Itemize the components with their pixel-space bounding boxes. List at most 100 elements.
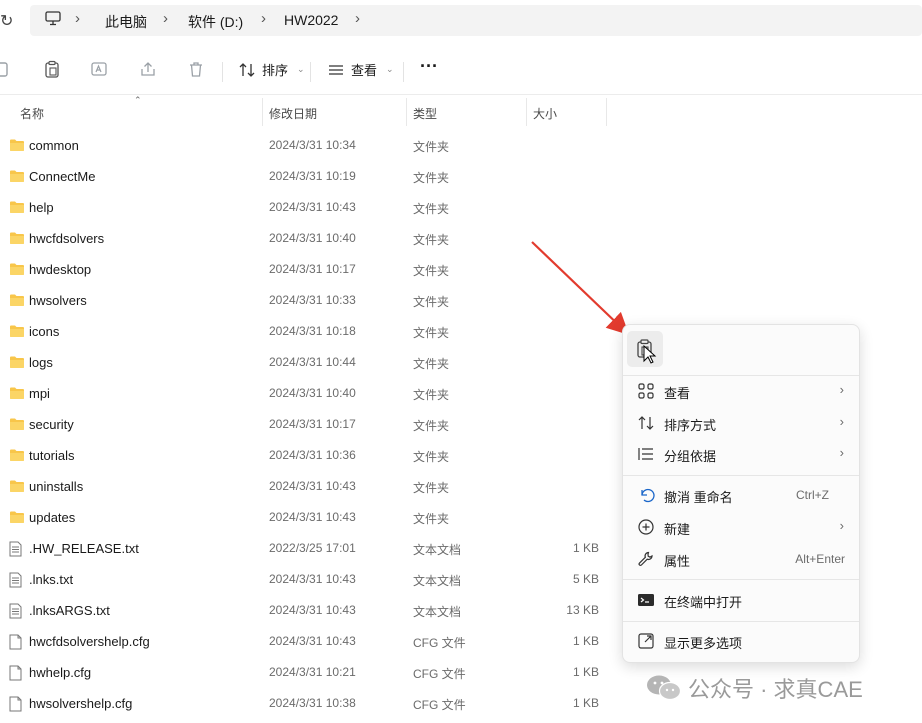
- copy-icon[interactable]: [0, 60, 10, 78]
- file-row[interactable]: hwcfdsolvershelp.cfg 2024/3/31 10:43 CFG 文…: [0, 626, 622, 657]
- file-date: 2024/3/31 10:43: [269, 510, 356, 524]
- folder-icon: [9, 169, 25, 186]
- menu-item-undo-rename[interactable]: 撤消 重命名 Ctrl+Z: [623, 480, 859, 510]
- breadcrumb-item-hw2022[interactable]: HW2022: [284, 12, 338, 28]
- file-name: hwhelp.cfg: [29, 665, 92, 680]
- menu-item-open-in-terminal[interactable]: 在终端中打开: [623, 585, 859, 615]
- menu-item-label: 分组依据: [664, 449, 717, 464]
- file-date: 2024/3/31 10:33: [269, 293, 356, 307]
- wechat-icon: [647, 675, 682, 701]
- folder-icon: [9, 355, 25, 372]
- file-date: 2024/3/31 10:43: [269, 479, 356, 493]
- computer-icon[interactable]: [45, 11, 61, 29]
- menu-item-new[interactable]: 新建 ›: [623, 512, 859, 542]
- file-row[interactable]: tutorials 2024/3/31 10:36 文件夹: [0, 440, 622, 471]
- column-header-type[interactable]: 类型: [413, 105, 437, 122]
- watermark-text: 公众号 · 求真CAE: [688, 677, 863, 702]
- chevron-right-icon[interactable]: ›: [261, 10, 266, 27]
- file-row[interactable]: hwsolvershelp.cfg 2024/3/31 10:38 CFG 文件 1 …: [0, 688, 622, 719]
- file-name: common: [29, 138, 79, 153]
- chevron-right-icon: ›: [839, 414, 844, 429]
- paste-icon[interactable]: [43, 60, 61, 78]
- sort-button[interactable]: 排序 ⌄: [238, 60, 305, 79]
- file-name: mpi: [29, 386, 50, 401]
- menu-item-label: 撤消 重命名: [664, 490, 733, 505]
- file-type: 文件夹: [413, 140, 450, 154]
- menu-item-label: 查看: [664, 386, 691, 401]
- folder-icon: [9, 262, 25, 279]
- file-icon: [9, 665, 22, 684]
- menu-item-sort-by[interactable]: 排序方式 ›: [623, 408, 859, 438]
- file-row[interactable]: security 2024/3/31 10:17 文件夹: [0, 409, 622, 440]
- toolbar-divider: [403, 62, 404, 82]
- file-name: tutorials: [29, 448, 75, 463]
- column-header-date[interactable]: 修改日期: [269, 105, 317, 122]
- file-row[interactable]: .HW_RELEASE.txt 2022/3/25 17:01 文本文档 1 KB: [0, 533, 622, 564]
- file-type: 文件夹: [413, 295, 450, 309]
- menu-item-label: 排序方式: [664, 418, 717, 433]
- file-row[interactable]: uninstalls 2024/3/31 10:43 文件夹: [0, 471, 622, 502]
- menu-item-properties[interactable]: 属性 Alt+Enter: [623, 544, 859, 574]
- address-bar: ↻ › 此电脑 › 软件 (D:) › HW2022 ›: [0, 0, 922, 40]
- refresh-icon[interactable]: ↻: [0, 11, 13, 31]
- file-row[interactable]: .lnksARGS.txt 2024/3/31 10:43 文本文档 13 KB: [0, 595, 622, 626]
- menu-divider: [623, 621, 859, 622]
- file-row[interactable]: icons 2024/3/31 10:18 文件夹: [0, 316, 622, 347]
- column-divider[interactable]: [406, 98, 407, 126]
- file-row[interactable]: hwsolvers 2024/3/31 10:33 文件夹: [0, 285, 622, 316]
- share-icon[interactable]: [139, 60, 157, 78]
- file-type: CFG 文件: [413, 636, 466, 650]
- file-name: hwsolvers: [29, 293, 87, 308]
- file-date: 2024/3/31 10:36: [269, 448, 356, 462]
- group-list-icon: [638, 448, 653, 460]
- delete-icon[interactable]: [187, 60, 205, 78]
- view-button[interactable]: 查看 ⌄: [327, 60, 394, 79]
- grid-icon: [638, 383, 654, 399]
- view-list-icon: [329, 64, 343, 75]
- file-type: 文件夹: [413, 481, 450, 495]
- mouse-cursor-icon: [643, 345, 657, 364]
- file-row[interactable]: hwhelp.cfg 2024/3/31 10:21 CFG 文件 1 KB: [0, 657, 622, 688]
- file-row[interactable]: help 2024/3/31 10:43 文件夹: [0, 192, 622, 223]
- chevron-right-icon[interactable]: ›: [163, 10, 168, 27]
- plus-circle-icon: [638, 519, 654, 535]
- file-type: 文本文档: [413, 574, 462, 588]
- menu-item-show-more-options[interactable]: 显示更多选项: [623, 626, 859, 656]
- file-row[interactable]: hwdesktop 2024/3/31 10:17 文件夹: [0, 254, 622, 285]
- file-type: 文件夹: [413, 326, 450, 340]
- breadcrumb-item-drive-d[interactable]: 软件 (D:): [188, 12, 243, 32]
- file-row[interactable]: ConnectMe 2024/3/31 10:19 文件夹: [0, 161, 622, 192]
- more-options-button[interactable]: ···: [420, 56, 438, 77]
- folder-icon: [9, 231, 25, 248]
- chevron-right-icon[interactable]: ›: [75, 10, 80, 27]
- file-row[interactable]: hwcfdsolvers 2024/3/31 10:40 文件夹: [0, 223, 622, 254]
- column-divider[interactable]: [526, 98, 527, 126]
- file-name: hwcfdsolvershelp.cfg: [29, 634, 150, 649]
- share-out-icon: [638, 633, 654, 649]
- file-type: 文件夹: [413, 264, 450, 278]
- menu-item-label: 在终端中打开: [664, 595, 743, 610]
- file-icon: [9, 634, 22, 653]
- shortcut-text: Ctrl+Z: [796, 488, 829, 502]
- file-row[interactable]: updates 2024/3/31 10:43 文件夹: [0, 502, 622, 533]
- file-size: 1 KB: [572, 696, 599, 710]
- menu-item-group-by[interactable]: 分组依据 ›: [623, 439, 859, 469]
- column-header-name[interactable]: 名称: [20, 105, 44, 122]
- file-row[interactable]: common 2024/3/31 10:34 文件夹: [0, 130, 622, 161]
- column-header-size[interactable]: 大小: [533, 105, 557, 122]
- file-type: 文件夹: [413, 171, 450, 185]
- column-divider[interactable]: [606, 98, 607, 126]
- menu-item-view[interactable]: 查看 ›: [623, 376, 859, 406]
- file-type: CFG 文件: [413, 667, 466, 681]
- folder-icon: [9, 448, 25, 465]
- file-row[interactable]: logs 2024/3/31 10:44 文件夹: [0, 347, 622, 378]
- column-divider[interactable]: [262, 98, 263, 126]
- file-row[interactable]: mpi 2024/3/31 10:40 文件夹: [0, 378, 622, 409]
- column-header-row: 名称 修改日期 类型 大小: [0, 98, 922, 126]
- breadcrumb-item-this-pc[interactable]: 此电脑: [105, 12, 147, 32]
- file-row[interactable]: .lnks.txt 2024/3/31 10:43 文本文档 5 KB: [0, 564, 622, 595]
- chevron-right-icon[interactable]: ›: [355, 10, 360, 27]
- text-file-icon: [9, 603, 22, 622]
- rename-icon[interactable]: [90, 60, 108, 78]
- folder-icon: [9, 510, 25, 527]
